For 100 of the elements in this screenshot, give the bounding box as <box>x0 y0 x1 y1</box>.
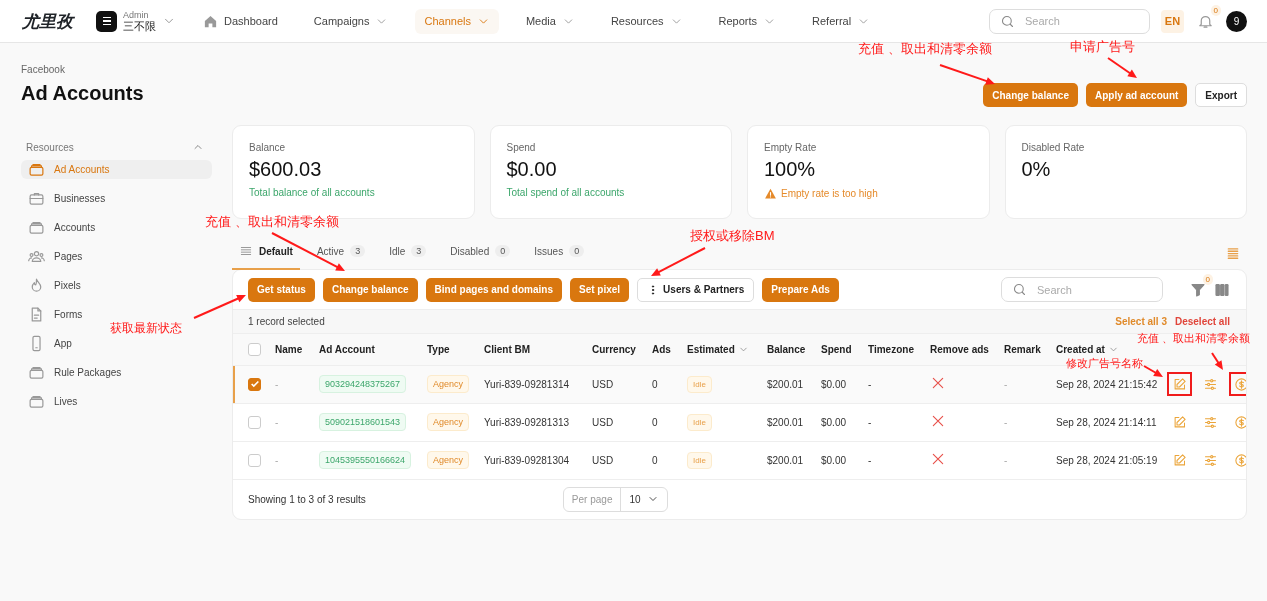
checkbox[interactable] <box>248 453 261 467</box>
account-role: Admin <box>123 10 150 21</box>
tab[interactable]: Disabled 0 <box>443 239 518 270</box>
edit-icon <box>1172 452 1187 468</box>
notification-badge: 0 <box>1210 4 1221 16</box>
menu-button[interactable]: Users & Partners <box>637 277 755 302</box>
deselect-all-link[interactable]: Deselect all <box>1174 316 1230 327</box>
selection-count: 1 record selected <box>248 316 325 327</box>
sidebar-item[interactable]: App <box>21 334 212 353</box>
breadcrumb[interactable]: Facebook <box>21 64 144 75</box>
table-cell: - <box>868 416 872 428</box>
checkbox[interactable] <box>248 415 261 429</box>
annotation: 获取最新状态 <box>110 324 182 333</box>
dollar-icon <box>1234 452 1246 468</box>
checkbox[interactable] <box>248 377 261 391</box>
per-page-select[interactable]: Per page 10 <box>562 486 668 512</box>
account-switcher[interactable]: Admin 三不限 <box>96 10 176 32</box>
briefcase-icon <box>28 190 45 207</box>
annotation: 充值 、取出和清零余额 <box>858 41 992 56</box>
count-badge: 3 <box>350 245 366 257</box>
stack-icon[interactable] <box>1226 246 1240 260</box>
dollar-icon <box>1234 414 1246 430</box>
columns-icon[interactable] <box>1214 281 1230 298</box>
checkbox[interactable] <box>248 342 261 356</box>
table-cell: Sep 28, 2024 21:15:42 <box>1056 378 1158 390</box>
edit-icon <box>1172 376 1187 392</box>
table-cell: Yuri-839-09281314 <box>484 378 570 390</box>
table-cell: - <box>1004 378 1008 390</box>
stat-value: 100% <box>764 158 817 181</box>
table-cell: $0.00 <box>821 378 847 390</box>
column-header: Balance <box>767 343 806 355</box>
search-icon <box>1012 282 1027 297</box>
tab[interactable]: Active 3 <box>309 239 373 270</box>
list-icon <box>239 244 253 258</box>
table-cell: - <box>1004 454 1008 466</box>
column-header: Client BM <box>484 343 531 355</box>
search-field[interactable]: Search <box>1001 277 1163 302</box>
stat-value: $600.03 <box>249 158 323 181</box>
status-tag: Idle <box>687 451 712 469</box>
warning-icon <box>764 187 777 200</box>
table-cell: 0 <box>652 416 658 428</box>
tray-icon <box>28 161 45 178</box>
button[interactable]: Export <box>1195 83 1247 107</box>
table-cell: USD <box>592 378 614 390</box>
stat-label: Empty Rate <box>764 142 818 153</box>
table-cell: USD <box>592 454 614 466</box>
edit-button[interactable] <box>1167 372 1192 396</box>
arrow <box>1211 352 1223 370</box>
sliders-icon <box>1203 376 1218 392</box>
sidebar-item[interactable]: Lives <box>21 392 212 411</box>
table-cell: Yuri-839-09281304 <box>484 454 570 466</box>
stat-label: Balance <box>249 142 287 153</box>
arrow <box>939 64 995 85</box>
nav-item[interactable]: Dashboard <box>194 7 287 35</box>
nav-item[interactable]: Campaigns <box>304 8 398 34</box>
search-field[interactable]: Search <box>989 8 1150 34</box>
tab[interactable]: Issues 0 <box>527 239 592 270</box>
annotation: 充值 、取出和清零余额 <box>205 214 339 229</box>
tray-icon <box>28 393 45 410</box>
nav-item[interactable]: Referral <box>803 8 880 34</box>
table-cell: 0 <box>652 378 658 390</box>
count-badge: 3 <box>411 245 427 257</box>
table-cell: - <box>1004 416 1008 428</box>
table-cell: - <box>868 454 872 466</box>
table-cell: USD <box>592 416 614 428</box>
table-cell: $200.01 <box>767 454 804 466</box>
table-cell: $200.01 <box>767 378 804 390</box>
sidebar-item[interactable]: Businesses <box>21 189 212 208</box>
column-header: Type <box>427 343 450 355</box>
dollar-icon <box>1234 376 1246 392</box>
stat-note: Empty rate is too high <box>781 188 878 199</box>
stat-label: Disabled Rate <box>1021 142 1086 153</box>
sidebar-item[interactable]: Rule Packages <box>21 363 212 382</box>
avatar[interactable]: 9 <box>1226 10 1247 32</box>
column-header: Ads <box>652 343 671 355</box>
table-cell: Sep 28, 2024 21:14:11 <box>1056 416 1157 428</box>
stat-label: Spend <box>506 142 537 153</box>
table-cell: - <box>868 378 872 390</box>
stat-note: Total balance of all accounts <box>249 187 375 198</box>
table-row[interactable]: - 509021518601543 Agency Yuri-839-09281313 USD 0 Idle $200.01 $0.00 - - Sep 28, 2024 21:14:11 <box>233 403 1246 441</box>
nav-item[interactable]: Resources <box>601 8 692 34</box>
nav-item[interactable]: Media <box>516 8 584 34</box>
search-input[interactable]: Search <box>1035 282 1152 297</box>
sidebar-section-header[interactable]: Resources <box>21 141 212 153</box>
table-cell: - <box>275 416 279 428</box>
table-cell: - <box>275 454 279 466</box>
nav-item[interactable]: Reports <box>709 8 786 34</box>
search-icon <box>1000 13 1015 29</box>
filter-icon[interactable] <box>1190 281 1206 298</box>
column-header: Remark <box>1004 343 1041 355</box>
status-tag: Idle <box>687 375 712 393</box>
tab[interactable]: Idle 3 <box>382 239 434 270</box>
search-input[interactable]: Search <box>1023 14 1139 28</box>
stat-value: 0% <box>1021 158 1052 181</box>
sidebar-item[interactable]: Pixels <box>21 276 212 295</box>
page-title: Ad Accounts <box>21 82 144 105</box>
table-row[interactable]: - 1045395550166624 Agency Yuri-839-09281304 USD 0 Idle $200.01 $0.00 - - Sep 28, 2024 21:05:19 <box>233 441 1246 479</box>
table-cell: $0.00 <box>821 454 847 466</box>
sidebar-item[interactable]: Pages <box>21 247 212 266</box>
table-cell: $0.00 <box>821 416 847 428</box>
